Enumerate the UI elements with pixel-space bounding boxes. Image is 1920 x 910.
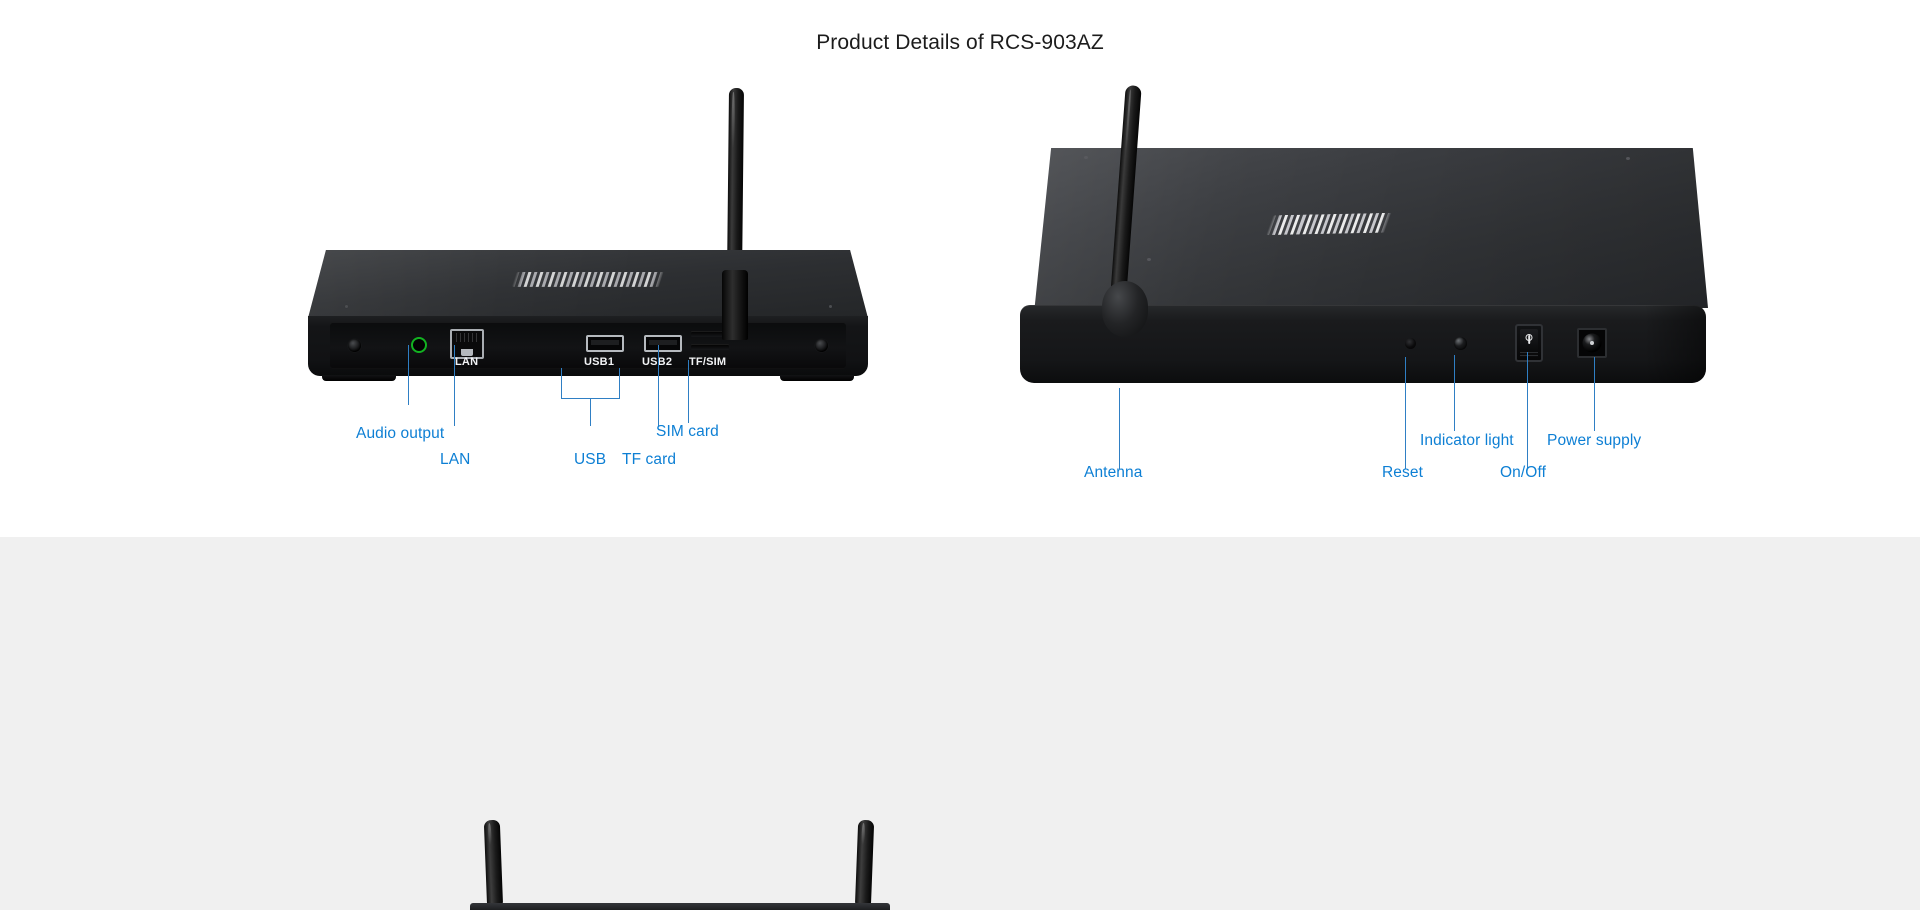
callout-reset: Reset xyxy=(1382,464,1423,481)
bottom-device-deck xyxy=(470,903,890,910)
leader-line-reset xyxy=(1405,357,1406,469)
indicator-light-icon xyxy=(1454,337,1467,350)
callout-indicator-light: Indicator light xyxy=(1420,432,1514,449)
lan-port-icon[interactable] xyxy=(450,329,484,359)
leader-line-usb-stem xyxy=(590,398,591,426)
dc-jack-pin xyxy=(1590,341,1594,345)
rocker-vent xyxy=(1520,352,1538,357)
leader-line-lan xyxy=(454,345,455,426)
device-front-face: LAN USB1 USB2 TF/SIM xyxy=(308,316,868,381)
chassis-jack-right-icon xyxy=(815,339,828,352)
antenna-base-front xyxy=(722,270,748,340)
antenna-base-perspective xyxy=(1102,281,1148,337)
device-foot xyxy=(322,375,396,381)
callout-audio-output: Audio output xyxy=(356,425,445,442)
screw-icon xyxy=(1147,258,1151,261)
screw-icon xyxy=(1084,156,1088,159)
leader-line-sim-card xyxy=(688,360,689,423)
leader-line-power-supply xyxy=(1594,357,1595,431)
reset-pinhole-icon[interactable] xyxy=(1405,338,1416,349)
brand-logo-perspective xyxy=(1265,212,1392,236)
brand-logo-front xyxy=(511,272,665,287)
chassis-jack-left-icon xyxy=(348,339,361,352)
bottom-antenna-left xyxy=(483,819,503,905)
lan-port-caption: LAN xyxy=(455,356,479,368)
screw-icon xyxy=(345,305,348,308)
leader-line-usb2 xyxy=(619,368,620,398)
screw-icon xyxy=(1626,157,1630,160)
page-title: Product Details of RCS-903AZ xyxy=(816,31,1104,54)
device-perspective-view xyxy=(1018,84,1708,395)
device-foot xyxy=(780,375,854,381)
callout-sim-card: SIM card xyxy=(656,423,719,440)
audio-output-jack-icon[interactable] xyxy=(411,337,427,353)
power-off-mark-icon xyxy=(1525,334,1533,341)
leader-line-tf-card xyxy=(658,345,659,426)
dc-power-jack-icon[interactable] xyxy=(1577,328,1607,358)
usb2-port-icon[interactable] xyxy=(644,335,682,352)
leader-line-antenna xyxy=(1119,388,1120,469)
screw-icon xyxy=(829,305,832,308)
usb1-port-icon[interactable] xyxy=(586,335,624,352)
sim-card-slot-icon[interactable] xyxy=(691,344,729,350)
callout-tf-card: TF card xyxy=(622,451,677,468)
hero-section: Product Details of RCS-903AZ LAN USB1 TF… xyxy=(0,0,1920,537)
leader-line-usb1 xyxy=(561,368,562,398)
leader-line-indicator-light xyxy=(1454,355,1455,431)
callout-lan: LAN xyxy=(440,451,471,468)
lower-gray-section: Windows 10/11 xyxy=(0,537,1920,910)
bottom-antenna-right xyxy=(855,819,875,905)
device-front-view: LAN USB1 USB2 TF/SIM xyxy=(308,87,868,388)
usb1-port-caption: USB1 xyxy=(584,356,615,368)
callout-antenna: Antenna xyxy=(1084,464,1143,481)
power-rocker-switch[interactable] xyxy=(1515,324,1543,362)
leader-line-on-off xyxy=(1527,352,1528,469)
callout-power-supply: Power supply xyxy=(1547,432,1642,449)
tf-sim-port-caption: TF/SIM xyxy=(689,356,727,368)
callout-on-off: On/Off xyxy=(1500,464,1546,481)
callout-usb: USB xyxy=(574,451,607,468)
leader-line-audio-output xyxy=(408,345,409,405)
rocker-key xyxy=(1520,329,1538,351)
device-top-deck-front xyxy=(308,250,868,318)
page-root: Product Details of RCS-903AZ LAN USB1 TF… xyxy=(0,0,1920,910)
